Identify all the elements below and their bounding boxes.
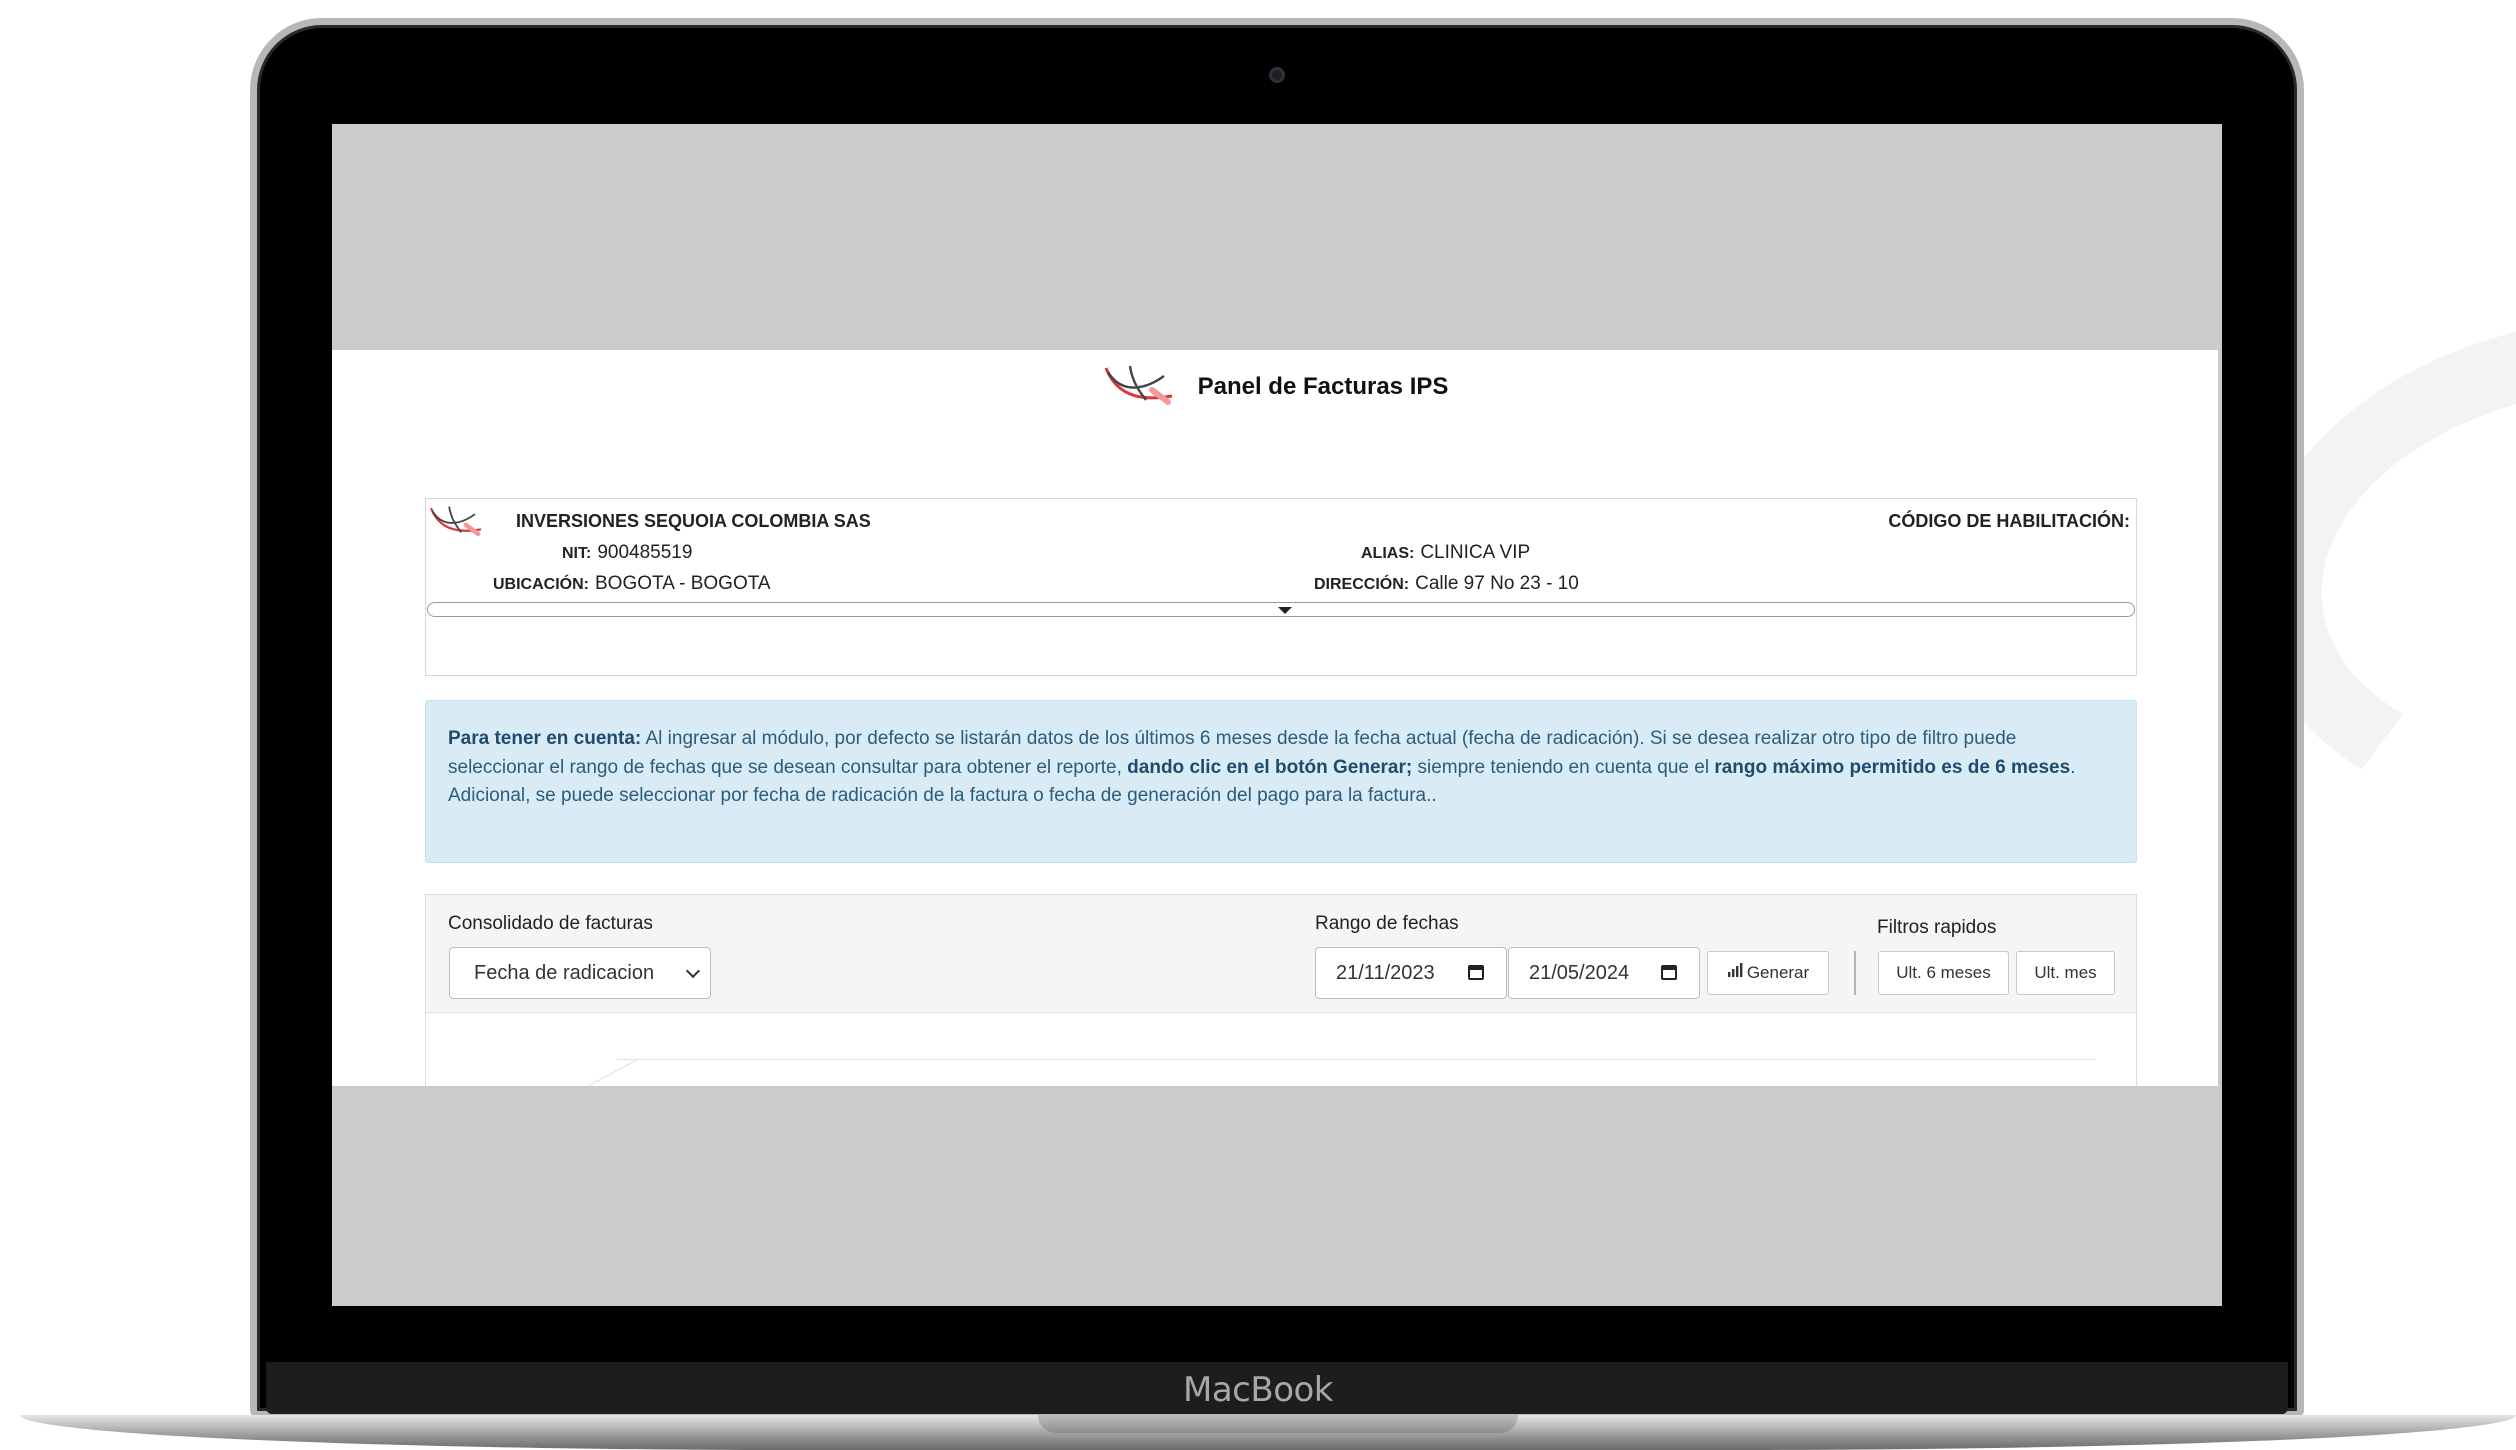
web-page: Panel de Facturas IPS INVERSIONES SEQUOI… <box>332 350 2218 1086</box>
alias-label: ALIAS: <box>1361 545 1415 562</box>
details-expander[interactable] <box>427 602 2135 617</box>
ubicacion-value: BOGOTA - BOGOTA <box>595 573 771 594</box>
page-header: Panel de Facturas IPS <box>332 362 2218 412</box>
filters-panel: Consolidado de facturas Fecha de radicac… <box>425 894 2137 1086</box>
chart-area-edge <box>616 1059 2096 1086</box>
alias-value: CLINICA VIP <box>1420 542 1531 563</box>
date-from-value: 21/11/2023 <box>1336 962 1435 984</box>
calendar-icon[interactable] <box>1661 965 1677 980</box>
chevron-down-icon <box>685 963 701 979</box>
filters-bar: Consolidado de facturas Fecha de radicac… <box>426 895 2136 1013</box>
habilitacion-label: CÓDIGO DE HABILITACIÓN: <box>1888 511 2130 531</box>
company-info-card: INVERSIONES SEQUOIA COLOMBIA SAS CÓDIGO … <box>425 498 2137 676</box>
nit-label: NIT: <box>562 545 592 562</box>
direccion-label: DIRECCIÓN: <box>1314 576 1410 593</box>
stage: Panel de Facturas IPS INVERSIONES SEQUOI… <box>0 0 2516 1450</box>
nit-field: NIT: 900485519 <box>562 542 692 564</box>
date-to-value: 21/05/2024 <box>1529 962 1630 984</box>
laptop-brand-label: MacBook <box>1183 1370 1333 1410</box>
vertical-divider <box>1854 951 1856 995</box>
company-name: INVERSIONES SEQUOIA COLOMBIA SAS <box>516 511 871 531</box>
ult-mes-button[interactable]: Ult. mes <box>2016 951 2115 995</box>
brand-logo-icon <box>1102 362 1176 413</box>
filtros-label: Filtros rapidos <box>1877 917 1997 938</box>
generar-button[interactable]: Generar <box>1707 951 1829 995</box>
alert-text-2: siempre teniendo en cuenta que el <box>1412 756 1715 778</box>
screen: Panel de Facturas IPS INVERSIONES SEQUOI… <box>332 124 2222 1306</box>
rango-label: Rango de fechas <box>1315 913 1459 934</box>
page-title: Panel de Facturas IPS <box>1197 373 1449 400</box>
alert-line-2: Adicional, se puede seleccionar por fech… <box>448 785 1437 806</box>
alert-generar: dando clic en el botón Generar; <box>1127 756 1413 778</box>
consolidado-select[interactable]: Fecha de radicacion <box>449 947 711 999</box>
generar-label: Generar <box>1746 963 1810 982</box>
info-alert: Para tener en cuenta: Al ingresar al mód… <box>425 700 2137 863</box>
ubicacion-label: UBICACIÓN: <box>493 576 589 593</box>
date-from-input[interactable]: 21/11/2023 <box>1315 947 1507 999</box>
laptop-notch <box>1038 1415 1518 1433</box>
date-to-input[interactable]: 21/05/2024 <box>1508 947 1700 999</box>
alert-text-3: . <box>2070 756 2076 778</box>
direccion-value: Calle 97 No 23 - 10 <box>1415 573 1579 594</box>
consolidado-label: Consolidado de facturas <box>448 913 653 934</box>
bar-chart-icon <box>1727 951 1743 993</box>
alert-intro: Para tener en cuenta: <box>448 728 642 749</box>
alert-rango: rango máximo permitido es de 6 meses <box>1714 756 2071 778</box>
consolidado-value: Fecha de radicacion <box>474 962 655 984</box>
company-logo-icon <box>428 503 484 544</box>
alias-field: ALIAS: CLINICA VIP <box>1361 542 1530 564</box>
ult-6-meses-button[interactable]: Ult. 6 meses <box>1878 951 2009 995</box>
calendar-icon[interactable] <box>1468 965 1484 980</box>
caret-down-icon <box>1278 607 1292 614</box>
nit-value: 900485519 <box>597 542 693 563</box>
camera-icon <box>1269 67 1285 83</box>
direccion-field: DIRECCIÓN: Calle 97 No 23 - 10 <box>1314 573 1579 595</box>
ubicacion-field: UBICACIÓN: BOGOTA - BOGOTA <box>493 573 771 595</box>
